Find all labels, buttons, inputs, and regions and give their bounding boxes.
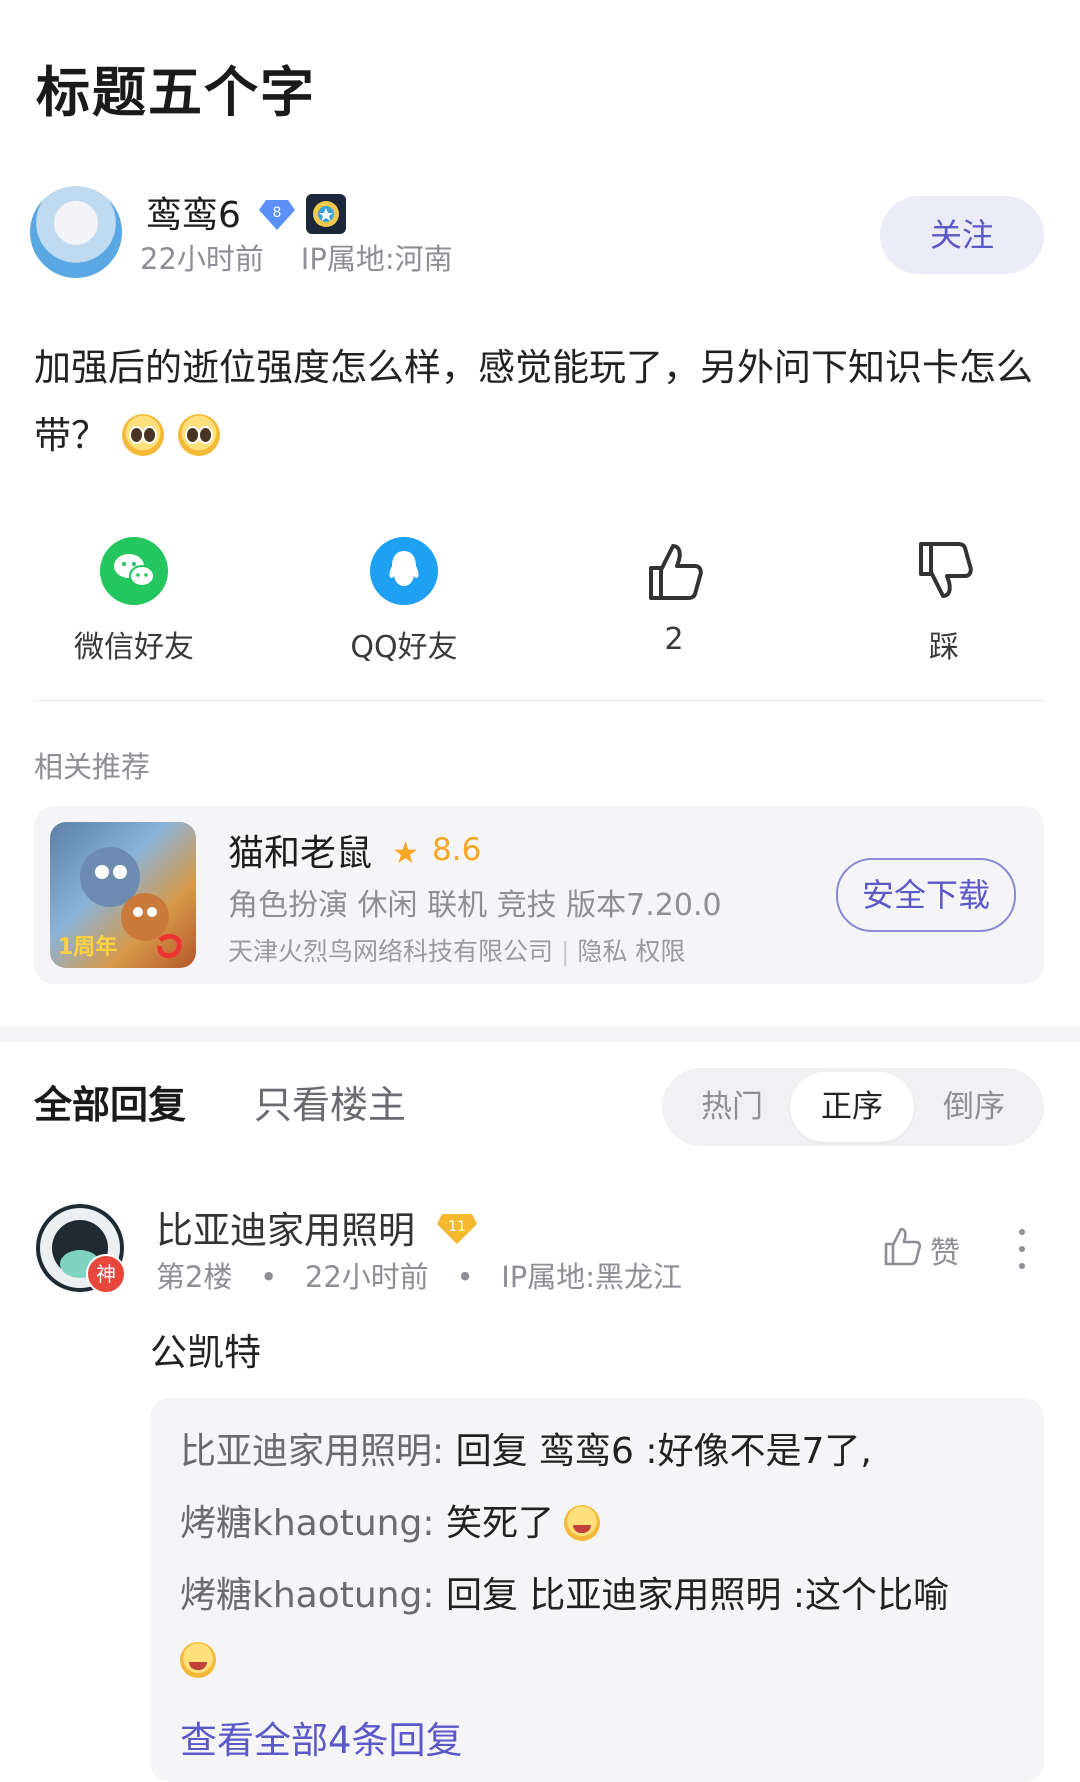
comment-meta: 第2楼 • 22小时前 • IP属地:黑龙江 (156, 1254, 682, 1296)
reply-author[interactable]: 烤糖khaotung: (180, 1575, 434, 1616)
related-app-card[interactable]: 1周年 猫和老鼠 ★ 8.6 角色扮演 休闲 联机 竞技 版本7.20.0 天津… (34, 806, 1044, 984)
separator: | (560, 937, 570, 966)
post-title: 标题五个字 (36, 61, 316, 124)
reply-text: 回复 鸾鸾6 :好像不是7了, (455, 1431, 872, 1472)
comment-time: 22小时前 (304, 1260, 429, 1294)
smile-emoji-icon (180, 1642, 216, 1678)
tab-op-only[interactable]: 只看楼主 (254, 1074, 406, 1129)
download-button[interactable]: 安全下载 (836, 858, 1016, 932)
thumbs-down-icon (919, 542, 973, 598)
thumbs-up-icon (649, 544, 703, 600)
pleading-emoji-icon (178, 414, 220, 456)
reply-box[interactable]: 比亚迪家用照明: 回复 鸾鸾6 :好像不是7了, 烤糖khaotung: 笑死了… (150, 1398, 1044, 1782)
dot: • (456, 1260, 474, 1294)
comment-floor: 第2楼 (156, 1260, 233, 1294)
view-all-replies-link[interactable]: 查看全部4条回复 (180, 1710, 463, 1764)
related-section-label: 相关推荐 (34, 750, 151, 784)
like-button[interactable]: 2 (574, 536, 774, 657)
share-wechat-label: 微信好友 (74, 630, 194, 665)
sort-asc[interactable]: 正序 (790, 1072, 914, 1142)
tab-all-replies[interactable]: 全部回复 (34, 1074, 186, 1129)
comment-like-icon[interactable] (880, 1224, 924, 1268)
star-icon: ★ (392, 836, 419, 871)
level-badge-icon: 8 (259, 200, 295, 230)
follow-button[interactable]: 关注 (880, 196, 1044, 274)
sort-segmented-control: 热门 正序 倒序 (662, 1068, 1044, 1146)
share-qq-label: QQ好友 (350, 630, 458, 665)
share-qq-button[interactable]: QQ好友 (304, 536, 504, 666)
sort-hot[interactable]: 热门 (670, 1068, 794, 1146)
comment-text: 公凯特 (150, 1331, 261, 1374)
post-ip: IP属地:河南 (300, 242, 453, 276)
god-badge: 神 (86, 1254, 126, 1294)
svg-text:8: 8 (273, 205, 282, 221)
permissions-link[interactable]: 权限 (635, 937, 685, 966)
more-icon[interactable] (1012, 1226, 1032, 1272)
reply-author[interactable]: 比亚迪家用照明: (180, 1431, 444, 1472)
post-meta: 22小时前 IP属地:河南 (140, 236, 453, 278)
reply-item: 烤糖khaotung: 回复 比亚迪家用照明 :这个比喻 (180, 1566, 949, 1618)
divider (34, 700, 1044, 701)
laughing-emoji-icon (563, 1505, 600, 1541)
post-time: 22小时前 (140, 242, 264, 276)
reply-author[interactable]: 烤糖khaotung: (180, 1503, 434, 1544)
post-content: 加强后的逝位强度怎么样，感觉能玩了，另外问下知识卡怎么带？ (34, 334, 1044, 470)
reply-text: 笑死了 (445, 1503, 554, 1544)
dislike-button[interactable]: 踩 (844, 536, 1044, 666)
comment-ip: IP属地:黑龙江 (501, 1260, 683, 1294)
reply-item: 比亚迪家用照明: 回复 鸾鸾6 :好像不是7了, (180, 1422, 872, 1474)
share-wechat-button[interactable]: 微信好友 (34, 536, 234, 666)
medal-icon (306, 194, 346, 234)
author-name[interactable]: 鸾鸾6 (146, 186, 241, 238)
qq-icon (370, 537, 438, 605)
app-developer-line: 天津火烈鸟网络科技有限公司 | 隐私 权限 (228, 932, 685, 968)
vip-badge-icon: 11 (437, 1214, 477, 1244)
commenter-name[interactable]: 比亚迪家用照明 (156, 1200, 415, 1254)
app-name: 猫和老鼠 (228, 833, 373, 874)
app-tags: 角色扮演 休闲 联机 竞技 版本7.20.0 (228, 888, 722, 923)
dot: • (260, 1260, 278, 1294)
reply-text: 回复 比亚迪家用照明 :这个比喻 (445, 1575, 949, 1616)
pleading-emoji-icon (122, 414, 164, 456)
reply-item: 烤糖khaotung: 笑死了 (180, 1494, 600, 1546)
like-count: 2 (664, 622, 684, 657)
app-rating: 8.6 (432, 832, 482, 868)
author-avatar[interactable] (30, 186, 122, 278)
app-developer: 天津火烈鸟网络科技有限公司 (228, 937, 554, 966)
dislike-label: 踩 (929, 630, 959, 665)
svg-text:1周年: 1周年 (58, 934, 117, 960)
comment-like-label[interactable]: 赞 (930, 1228, 960, 1272)
app-icon: 1周年 (50, 822, 196, 968)
svg-text:11: 11 (448, 1219, 466, 1235)
section-divider (0, 1026, 1080, 1042)
privacy-link[interactable]: 隐私 (577, 937, 627, 966)
sort-desc[interactable]: 倒序 (912, 1068, 1036, 1146)
wechat-icon (100, 537, 168, 605)
